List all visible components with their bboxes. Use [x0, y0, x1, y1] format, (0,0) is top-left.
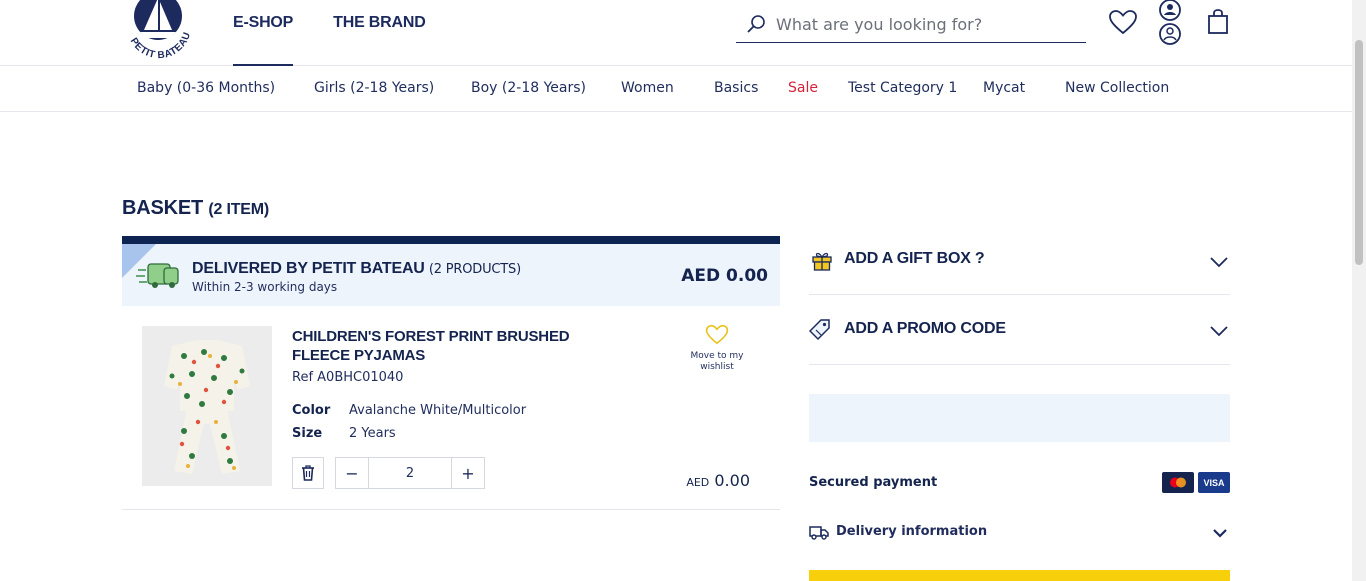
search-input[interactable] [776, 14, 1076, 34]
shopping-bag-icon[interactable] [1206, 9, 1230, 39]
quantity-stepper: − 2 + [335, 457, 485, 489]
search-icon[interactable] [746, 14, 766, 34]
trash-icon [301, 465, 315, 481]
size-label: Size [292, 426, 323, 441]
basket-item: CHILDREN'S FOREST PRINT BRUSHED FLEECE P… [122, 306, 780, 510]
category-women[interactable]: Women [621, 80, 674, 96]
product-price: AED 0.00 [686, 471, 750, 490]
delivery-days: Within 2-3 working days [192, 280, 338, 294]
color-value: Avalanche White/Multicolor [349, 403, 527, 418]
nav-e-shop[interactable]: E-SHOP [233, 14, 293, 66]
price-amount: 0.00 [714, 471, 750, 490]
category-test-category-1[interactable]: Test Category 1 [848, 80, 957, 96]
visa-icon: VISA [1198, 472, 1230, 493]
mastercard-icon [1162, 472, 1194, 493]
scrollbar-thumb[interactable] [1355, 40, 1363, 265]
delivery-group-header: DELIVERED BY PETIT BATEAU (2 PRODUCTS) W… [122, 236, 780, 306]
size-value: 2 Years [349, 426, 396, 441]
category-baby[interactable]: Baby (0-36 Months) [137, 80, 275, 96]
heart-icon [705, 324, 729, 349]
move-to-wishlist-button[interactable]: Move to my wishlist [680, 324, 754, 373]
delivery-truck-icon [136, 258, 182, 294]
visa-label: VISA [1203, 477, 1225, 488]
product-image[interactable] [142, 326, 272, 486]
category-mycat[interactable]: Mycat [983, 80, 1025, 96]
delivery-price: AED 0.00 [681, 266, 768, 286]
page-scrollbar[interactable] [1352, 0, 1366, 581]
category-new-collection[interactable]: New Collection [1065, 80, 1169, 96]
checkout-button[interactable] [809, 570, 1230, 581]
price-currency: AED [686, 476, 710, 489]
promo-code-accordion[interactable]: ADD A PROMO CODE [808, 295, 1230, 365]
category-sale[interactable]: Sale [788, 80, 818, 96]
search-bar [736, 6, 1086, 43]
quantity-value[interactable]: 2 [368, 458, 452, 488]
delivery-information-label: Delivery information [836, 524, 988, 539]
wishlist-label: Move to my wishlist [690, 351, 744, 372]
category-basics[interactable]: Basics [714, 80, 758, 96]
chevron-down-icon [1210, 322, 1228, 341]
delivery-title-text: DELIVERED BY PETIT BATEAU [192, 260, 425, 277]
decrease-quantity-button[interactable]: − [336, 458, 368, 488]
chevron-down-icon [1212, 524, 1228, 543]
tag-icon [808, 318, 831, 346]
delivery-information-toggle[interactable]: Delivery information [809, 520, 1230, 544]
wishlist-heart-icon[interactable] [1108, 9, 1138, 39]
product-name[interactable]: CHILDREN'S FOREST PRINT BRUSHED FLEECE P… [292, 327, 612, 365]
delivery-title: DELIVERED BY PETIT BATEAU (2 PRODUCTS) [192, 260, 521, 278]
account-icon[interactable] [1156, 0, 1184, 52]
category-boy[interactable]: Boy (2-18 Years) [471, 80, 586, 96]
remove-item-button[interactable] [292, 457, 324, 489]
nav-the-brand[interactable]: THE BRAND [333, 14, 426, 66]
product-ref: Ref A0BHC01040 [292, 370, 404, 385]
site-header: PETIT BATEAU E-SHOP THE BRAND [0, 0, 1352, 66]
promo-code-title: ADD A PROMO CODE [844, 320, 1006, 337]
gift-box-title: ADD A GIFT BOX ? [844, 250, 985, 267]
main-nav: E-SHOP THE BRAND [233, 14, 426, 66]
increase-quantity-button[interactable]: + [452, 458, 484, 488]
chevron-down-icon [1210, 253, 1228, 272]
basket-title-text: BASKET [122, 197, 204, 219]
secured-payment-label: Secured payment [809, 475, 938, 490]
truck-icon [809, 524, 829, 544]
color-label: Color [292, 403, 331, 418]
gift-box-accordion[interactable]: ADD A GIFT BOX ? [809, 225, 1230, 295]
category-girls[interactable]: Girls (2-18 Years) [314, 80, 434, 96]
basket-item-count: (2 ITEM) [208, 201, 270, 218]
delivery-product-count: (2 PRODUCTS) [428, 262, 521, 277]
category-nav: Baby (0-36 Months) Girls (2-18 Years) Bo… [0, 66, 1352, 112]
gift-icon [811, 249, 833, 275]
basket-title: BASKET (2 ITEM) [122, 197, 269, 220]
petit-bateau-logo[interactable]: PETIT BATEAU [118, 0, 198, 61]
order-summary-box [809, 394, 1230, 442]
